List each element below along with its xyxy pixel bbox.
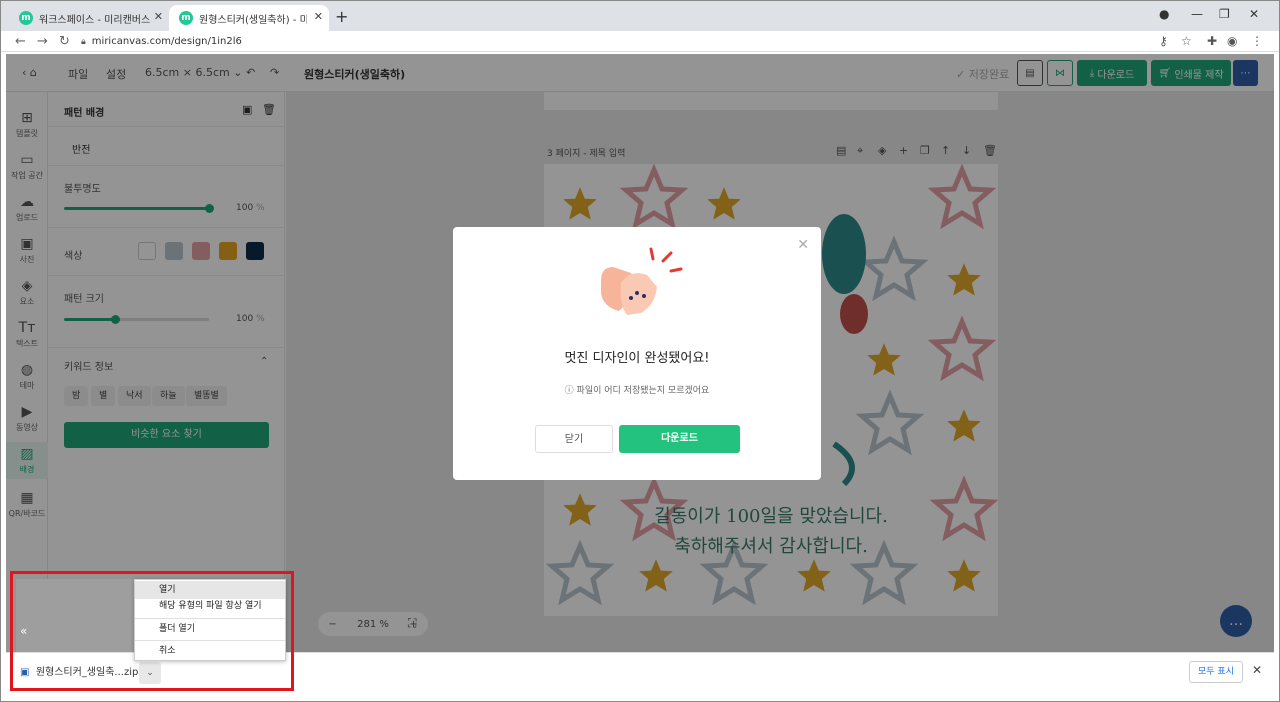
browser-menu-icon[interactable]: ⋮ [1251, 34, 1263, 48]
reload-icon[interactable]: ↻ [59, 34, 70, 49]
tab-bar: m 워크스페이스 - 미리캔버스 ✕ m 원형스티커(생일축하) - 미리캔버스… [1, 1, 1279, 31]
close-tab-icon[interactable]: ✕ [314, 10, 323, 23]
restore-icon[interactable]: ❐ [1219, 7, 1230, 21]
close-window-icon[interactable]: ✕ [1249, 7, 1259, 21]
forward-icon[interactable]: → [37, 34, 48, 49]
minimize-icon[interactable]: — [1191, 7, 1203, 21]
tab-title: 원형스티커(생일축하) - 미리캔버스 [199, 14, 307, 26]
close-shelf-icon[interactable]: ✕ [1252, 663, 1262, 677]
miricanvas-favicon-icon: m [179, 11, 193, 25]
lock-icon: 🔒︎ [81, 36, 86, 47]
show-all-button[interactable]: 모두 표시 [1189, 661, 1243, 683]
url-field[interactable]: 🔒︎ miricanvas.com/design/1in2l6 [81, 33, 1141, 50]
dialog-help-text: 파일이 어디 저장됐는지 모르겠어요 [576, 386, 710, 396]
miricanvas-favicon-icon: m [19, 11, 33, 25]
dialog-title: 멋진 디자인이 완성됐어요! [564, 351, 710, 366]
profile-menu-icon[interactable]: ● [1159, 7, 1169, 21]
new-tab-icon[interactable]: + [335, 7, 348, 26]
tab-workspace[interactable]: m 워크스페이스 - 미리캔버스 ✕ [9, 5, 169, 31]
download-complete-dialog: ✕ 멋진 디자인이 완성됐어요! ⓘ 파일이 어디 저장됐는지 모르겠어요 닫기… [453, 227, 821, 480]
close-tab-icon[interactable]: ✕ [154, 10, 163, 23]
address-bar: ← → ↻ 🔒︎ miricanvas.com/design/1in2l6 ⚷ … [1, 31, 1279, 52]
dialog-close-icon[interactable]: ✕ [797, 237, 809, 253]
tab-design[interactable]: m 원형스티커(생일축하) - 미리캔버스 ✕ [169, 5, 329, 31]
key-icon[interactable]: ⚷ [1159, 34, 1168, 48]
dialog-download-button[interactable]: 다운로드 [619, 425, 740, 453]
clapping-hands-icon [601, 247, 683, 315]
url-text: miricanvas.com/design/1in2l6 [91, 36, 242, 47]
back-icon[interactable]: ← [15, 34, 26, 49]
account-icon[interactable]: ◉ [1227, 34, 1237, 48]
info-icon: ⓘ [564, 386, 574, 396]
tab-title: 워크스페이스 - 미리캔버스 [39, 14, 151, 26]
highlight-annotation [10, 571, 294, 691]
dialog-cancel-button[interactable]: 닫기 [535, 425, 613, 453]
dialog-help-link[interactable]: ⓘ 파일이 어디 저장됐는지 모르겠어요 [453, 383, 821, 396]
bookmark-star-icon[interactable]: ☆ [1181, 34, 1192, 48]
extensions-icon[interactable]: ✚ [1207, 34, 1217, 48]
